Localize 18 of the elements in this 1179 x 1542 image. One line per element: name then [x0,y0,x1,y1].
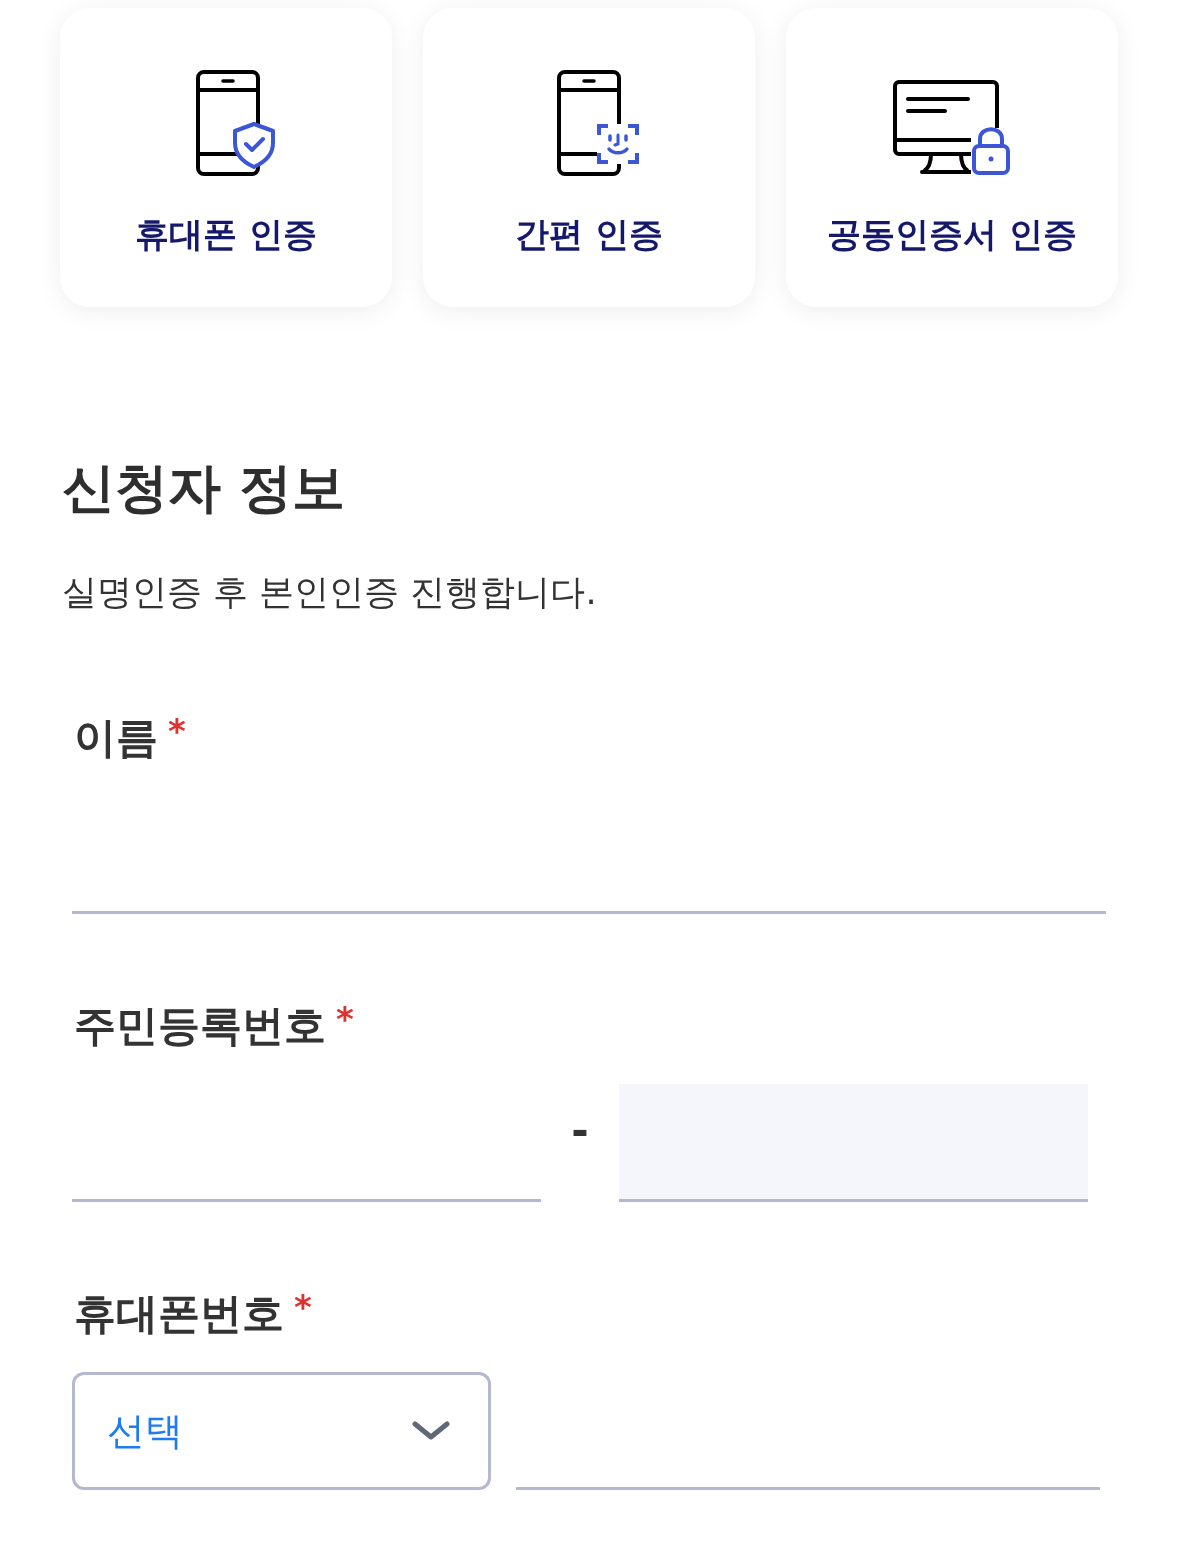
section-description: 실명인증 후 본인인증 진행합니다. [62,571,598,614]
section-title: 신청자 정보 [62,456,347,520]
id-number-input-field[interactable] [619,1084,1088,1202]
carrier-select-dropdown[interactable]: 선택 [72,1372,491,1490]
auth-method-card[interactable]: 간편 인증 [423,8,755,307]
field-label: 이름 [74,712,158,764]
field-label: 휴대폰번호 [74,1288,284,1340]
chevron-down-icon [412,1421,450,1441]
required-mark: * [336,1002,354,1036]
auth-method-card[interactable]: 공동인증서 인증 [786,8,1118,307]
monitor-lock-icon [893,80,1011,176]
phone-shield-icon [195,70,276,176]
field-label: 주민등록번호 [74,1000,326,1052]
auth-method-card[interactable]: 휴대폰 인증 [60,8,392,307]
separator-dash: - [571,1106,589,1156]
required-mark: * [168,714,186,748]
phone-face-scan-icon [556,70,641,176]
required-mark: * [294,1290,312,1324]
